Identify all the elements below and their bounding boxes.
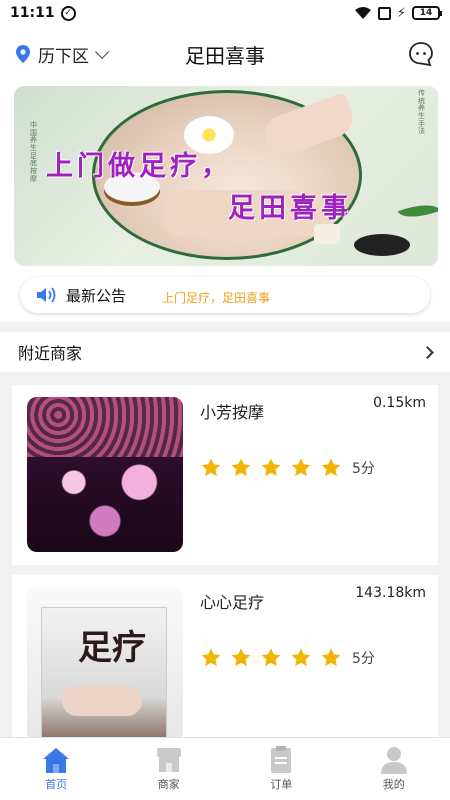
order-icon (271, 746, 292, 773)
speaker-icon (37, 287, 56, 303)
home-icon (43, 748, 70, 773)
poster-title: 足疗 (78, 628, 146, 668)
tab-label: 首页 (45, 778, 68, 791)
star-icon (321, 458, 341, 477)
battery-icon: 14 (412, 6, 442, 20)
bottom-tab-bar: 首页 商家 订单 我的 (0, 737, 450, 800)
merchant-photo: 足疗 (27, 587, 183, 742)
merchant-name: 心心足疗 (200, 593, 265, 612)
merchant-card[interactable]: 小芳按摩 0.15km 5分 (12, 385, 438, 565)
announcement-text[interactable]: 上门足疗，足田喜事 (162, 289, 270, 306)
star-icon (321, 648, 341, 667)
section-title: 附近商家 (18, 344, 83, 363)
chevron-down-icon[interactable] (95, 44, 110, 59)
chevron-right-icon[interactable] (421, 345, 434, 359)
check-circle-icon: ✓ (60, 5, 76, 21)
star-icon (291, 458, 311, 477)
star-icon (231, 648, 251, 667)
announcement-label: 最新公告 (66, 286, 127, 305)
photo-flowers (27, 397, 183, 457)
user-icon (380, 747, 407, 774)
poster-foot-image (62, 686, 142, 716)
message-icon[interactable] (408, 41, 434, 67)
promo-banner[interactable]: 中国养生足底按摩 传统养生手法 上门做足疗， 足田喜事 (14, 86, 438, 266)
tab-shops[interactable]: 商家 (113, 738, 226, 800)
status-bar: 11:11 ✓ ⚡ 14 (0, 0, 450, 26)
tab-home[interactable]: 首页 (0, 738, 113, 800)
screen-icon (377, 6, 391, 20)
banner-side-text-left: 中国养生足底按摩 (30, 121, 37, 183)
wifi-icon (354, 7, 371, 19)
announcement-bar[interactable]: 最新公告 上门足疗，足田喜事 (20, 277, 430, 313)
tab-label: 商家 (157, 778, 180, 791)
tab-label: 我的 (382, 778, 405, 791)
merchant-photo (27, 397, 183, 552)
star-icon (261, 648, 281, 667)
star-icon (201, 648, 221, 667)
banner-leaf-image (397, 197, 438, 225)
star-icon (231, 458, 251, 477)
tab-orders[interactable]: 订单 (225, 738, 338, 800)
location-selector[interactable]: 历下区 (38, 42, 89, 67)
location-pin-icon[interactable] (16, 45, 30, 63)
banner-side-text-right: 传统养生手法 (418, 89, 425, 136)
rating-score: 5分 (352, 651, 375, 667)
banner-headline-2: 足田喜事 (228, 193, 352, 224)
banner-headline-1: 上门做足疗， (46, 151, 232, 182)
status-time: 11:11 (10, 5, 55, 21)
rating-stars: 5分 (200, 647, 375, 669)
merchant-poster: 足疗 (41, 607, 167, 742)
charging-icon: ⚡ (396, 5, 406, 21)
merchant-card[interactable]: 足疗 心心足疗 143.18km 5分 (12, 575, 438, 745)
banner-candle-image (314, 224, 340, 244)
app-header: 历下区 足田喜事 (0, 26, 450, 82)
tab-mine[interactable]: 我的 (338, 738, 450, 800)
status-icons: ⚡ 14 (354, 5, 442, 21)
tab-label: 订单 (270, 778, 293, 791)
star-icon (291, 648, 311, 667)
star-icon (201, 458, 221, 477)
merchant-distance: 0.15km (373, 395, 426, 411)
banner-stones-image (354, 234, 410, 256)
nearby-merchants-header[interactable]: 附近商家 (0, 332, 450, 372)
shop-icon (156, 748, 181, 772)
merchant-name: 小芳按摩 (200, 403, 265, 422)
rating-score: 5分 (352, 461, 375, 477)
battery-level: 14 (419, 8, 433, 18)
merchant-distance: 143.18km (355, 585, 426, 601)
star-icon (261, 458, 281, 477)
rating-stars: 5分 (200, 457, 375, 479)
top-section: 中国养生足底按摩 传统养生手法 上门做足疗， 足田喜事 最新公告 上门足疗，足田… (0, 82, 450, 322)
